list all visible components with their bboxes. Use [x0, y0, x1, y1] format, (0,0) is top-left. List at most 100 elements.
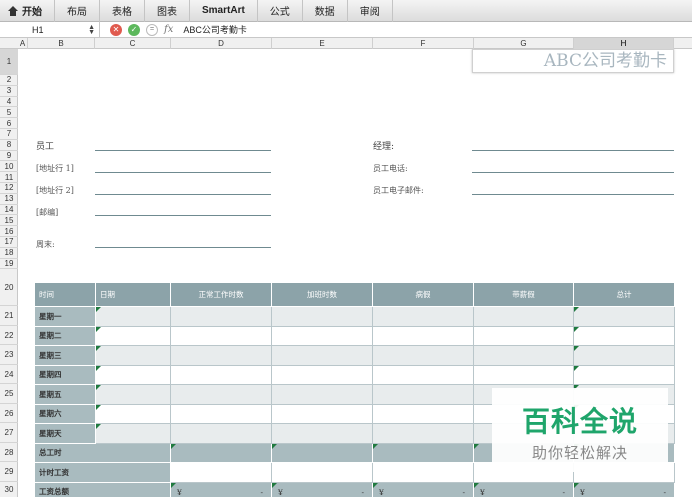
row-header[interactable]: 7	[0, 129, 18, 140]
total-wage-cell[interactable]: ¥ -	[170, 481, 272, 497]
day-cell[interactable]: 星期五	[34, 384, 96, 405]
date-cell[interactable]	[95, 423, 171, 444]
header-date[interactable]: 日期	[95, 282, 171, 307]
data-cell[interactable]	[271, 325, 373, 346]
total-cell[interactable]	[573, 364, 675, 385]
manager-field[interactable]	[472, 150, 674, 151]
header-time[interactable]: 时间	[34, 282, 96, 307]
data-cell[interactable]	[372, 423, 474, 444]
row-header[interactable]: 24	[0, 365, 18, 385]
data-cell[interactable]	[473, 306, 574, 327]
data-cell[interactable]	[271, 403, 373, 424]
column-header-f[interactable]: F	[373, 38, 474, 49]
header-sick-leave[interactable]: 病假	[372, 282, 474, 307]
row-header[interactable]: 18	[0, 248, 18, 259]
row-header[interactable]: 4	[0, 97, 18, 108]
data-cell[interactable]	[473, 364, 574, 385]
data-cell[interactable]	[372, 403, 474, 424]
hourly-wage-cell[interactable]	[372, 462, 474, 483]
tab-tables[interactable]: 表格	[100, 0, 145, 22]
data-cell[interactable]	[473, 325, 574, 346]
row-header[interactable]: 12	[0, 183, 18, 194]
row-header[interactable]: 14	[0, 205, 18, 216]
total-cell[interactable]	[573, 306, 675, 327]
row-header[interactable]: 23	[0, 345, 18, 365]
row-header[interactable]: 10	[0, 161, 18, 173]
data-cell[interactable]	[170, 403, 272, 424]
header-total[interactable]: 总计	[573, 282, 675, 307]
data-cell[interactable]	[271, 306, 373, 327]
total-wage-cell[interactable]: ¥ -	[473, 481, 574, 497]
postcode-field[interactable]	[95, 215, 271, 216]
hourly-wage-label[interactable]: 计时工资	[34, 462, 171, 483]
column-header-g[interactable]: G	[474, 38, 574, 49]
data-cell[interactable]	[170, 325, 272, 346]
tab-smartart[interactable]: SmartArt	[190, 0, 258, 22]
date-cell[interactable]	[95, 403, 171, 424]
day-cell[interactable]: 星期六	[34, 403, 96, 424]
total-wage-cell[interactable]: ¥ -	[573, 481, 675, 497]
data-cell[interactable]	[372, 306, 474, 327]
row-header[interactable]: 2	[0, 75, 18, 86]
column-header-d[interactable]: D	[171, 38, 272, 49]
cancel-icon[interactable]: ✕	[110, 23, 122, 36]
header-overtime[interactable]: 加班时数	[271, 282, 373, 307]
row-header[interactable]: 15	[0, 215, 18, 227]
row-header[interactable]: 20	[0, 269, 18, 307]
data-cell[interactable]	[372, 364, 474, 385]
data-cell[interactable]	[473, 345, 574, 366]
day-cell[interactable]: 星期一	[34, 306, 96, 327]
fx-icon[interactable]: fx	[164, 24, 173, 35]
data-cell[interactable]	[271, 345, 373, 366]
day-cell[interactable]: 星期四	[34, 364, 96, 385]
address1-field[interactable]	[95, 172, 271, 173]
row-header[interactable]: 22	[0, 326, 18, 346]
data-cell[interactable]	[170, 423, 272, 444]
date-cell[interactable]	[95, 306, 171, 327]
row-header[interactable]: 3	[0, 86, 18, 97]
column-header-c[interactable]: C	[95, 38, 171, 49]
total-hours-cell[interactable]	[271, 442, 373, 463]
employee-field[interactable]	[95, 150, 271, 151]
hourly-wage-cell[interactable]	[271, 462, 373, 483]
title-cell-h1[interactable]: ABC公司考勤卡	[472, 49, 674, 73]
total-hours-cell[interactable]	[170, 442, 272, 463]
formula-input[interactable]: ABC公司考勤卡	[183, 23, 247, 36]
row-header[interactable]: 25	[0, 384, 18, 404]
data-cell[interactable]	[372, 345, 474, 366]
data-cell[interactable]	[170, 345, 272, 366]
date-cell[interactable]	[95, 325, 171, 346]
column-header-a[interactable]: A	[18, 38, 28, 49]
phone-field[interactable]	[472, 172, 674, 173]
row-header[interactable]: 26	[0, 404, 18, 424]
row-header[interactable]: 29	[0, 462, 18, 482]
weekend-field[interactable]	[95, 247, 271, 248]
row-header[interactable]: 9	[0, 151, 18, 162]
column-header-e[interactable]: E	[272, 38, 373, 49]
data-cell[interactable]	[170, 306, 272, 327]
data-cell[interactable]	[170, 384, 272, 405]
date-cell[interactable]	[95, 384, 171, 405]
name-box-stepper-icon[interactable]: ▲ ▼	[88, 24, 95, 36]
total-wage-label[interactable]: 工资总额	[34, 481, 171, 497]
row-header[interactable]: 28	[0, 443, 18, 463]
row-header[interactable]: 11	[0, 172, 18, 183]
hourly-wage-cell[interactable]	[170, 462, 272, 483]
row-header[interactable]: 19	[0, 259, 18, 270]
data-cell[interactable]	[271, 364, 373, 385]
confirm-icon[interactable]: ✓	[128, 23, 140, 36]
row-header[interactable]: 30	[0, 482, 18, 497]
equals-icon[interactable]: =	[146, 23, 158, 36]
total-cell[interactable]	[573, 325, 675, 346]
column-header-b[interactable]: B	[28, 38, 95, 49]
data-cell[interactable]	[170, 364, 272, 385]
day-cell[interactable]: 星期二	[34, 325, 96, 346]
row-header[interactable]: 21	[0, 306, 18, 326]
email-field[interactable]	[472, 194, 674, 195]
tab-review[interactable]: 审阅	[348, 0, 393, 22]
column-header-h[interactable]: H	[574, 38, 674, 49]
total-cell[interactable]	[573, 345, 675, 366]
data-cell[interactable]	[372, 325, 474, 346]
tab-charts[interactable]: 图表	[145, 0, 190, 22]
day-cell[interactable]: 星期天	[34, 423, 96, 444]
